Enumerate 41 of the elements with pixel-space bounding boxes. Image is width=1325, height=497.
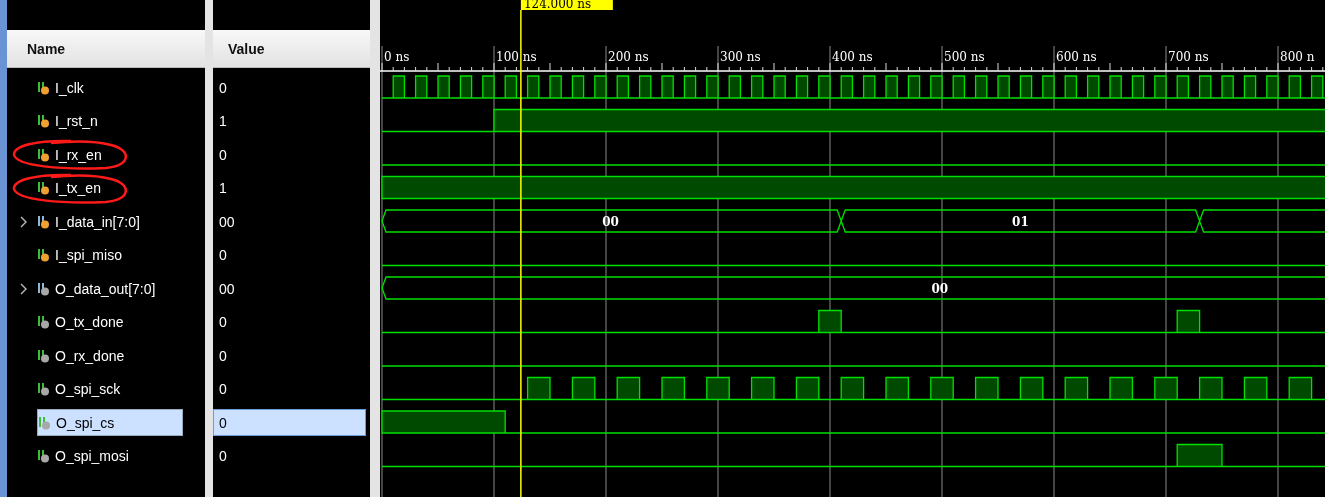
signal-value: 00 bbox=[219, 279, 235, 299]
signal-name[interactable]: O_spi_mosi bbox=[37, 442, 135, 470]
tick-label: 0 ns bbox=[384, 50, 410, 64]
signal-value: 1 bbox=[219, 179, 227, 199]
time-cursor[interactable] bbox=[520, 9, 522, 497]
signal-name[interactable]: I_clk bbox=[37, 74, 90, 102]
signal-value: 0 bbox=[213, 409, 366, 437]
tick-label: 700 ns bbox=[1168, 50, 1209, 64]
expand-caret-icon[interactable] bbox=[19, 215, 28, 228]
signal-value: 1 bbox=[219, 112, 227, 132]
column-header[interactable]: Name bbox=[27, 40, 66, 57]
column-header[interactable]: Value bbox=[228, 40, 265, 57]
signal-name[interactable]: I_rst_n bbox=[37, 107, 104, 135]
signal-value: 00 bbox=[219, 212, 235, 232]
tick-label: 400 ns bbox=[832, 50, 873, 64]
signal-value: 0 bbox=[219, 78, 227, 98]
signal-name[interactable]: I_tx_en bbox=[37, 174, 107, 202]
signal-value: 0 bbox=[219, 380, 227, 400]
signal-name[interactable]: O_rx_done bbox=[37, 342, 131, 370]
signal-name[interactable]: I_data_in[7:0] bbox=[37, 208, 146, 236]
signal-name[interactable]: I_rx_en bbox=[37, 141, 108, 169]
signal-value: 0 bbox=[219, 246, 227, 266]
tick-label: 100 ns bbox=[496, 50, 537, 64]
tick-label: 800 n bbox=[1280, 50, 1315, 64]
signal-name[interactable]: O_spi_cs bbox=[37, 409, 183, 437]
signal-value: 0 bbox=[219, 346, 227, 366]
signal-name[interactable]: O_spi_sck bbox=[37, 375, 127, 403]
expand-caret-icon[interactable] bbox=[19, 282, 28, 295]
bus-value-label: 00 bbox=[602, 215, 619, 229]
signal-value: 0 bbox=[219, 313, 227, 333]
tick-label: 600 ns bbox=[1056, 50, 1097, 64]
signal-name[interactable]: I_spi_miso bbox=[37, 241, 128, 269]
signal-value: 0 bbox=[219, 145, 227, 165]
signal-name[interactable]: O_tx_done bbox=[37, 308, 130, 336]
bus-value-label: 01 bbox=[1012, 215, 1029, 229]
signal-name[interactable]: O_data_out[7:0] bbox=[37, 275, 162, 303]
bus-value-label: 00 bbox=[931, 282, 949, 296]
tick-label: 300 ns bbox=[720, 50, 761, 64]
signal-value: 0 bbox=[219, 447, 227, 467]
tick-label: 200 ns bbox=[608, 50, 649, 64]
tick-label: 500 ns bbox=[944, 50, 985, 64]
